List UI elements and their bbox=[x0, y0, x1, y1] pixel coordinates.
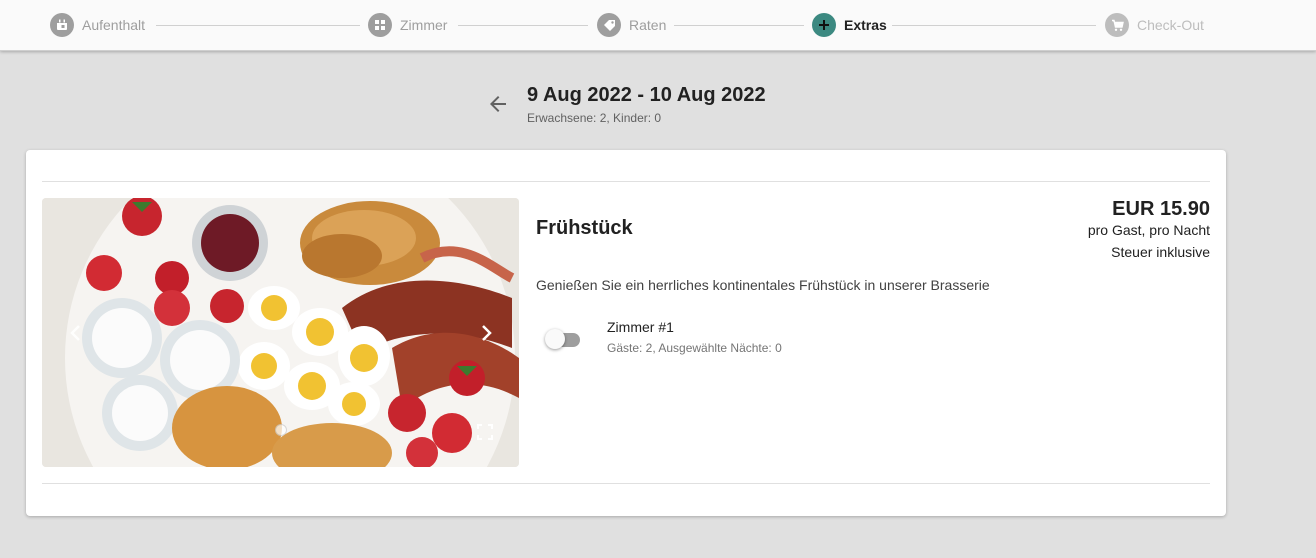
stepper-connector bbox=[892, 25, 1096, 26]
step-label: Raten bbox=[629, 17, 667, 33]
step-zimmer[interactable]: Zimmer bbox=[368, 13, 447, 37]
fullscreen-icon[interactable] bbox=[476, 423, 494, 441]
step-label: Check-Out bbox=[1137, 17, 1204, 33]
tag-icon bbox=[597, 13, 621, 37]
price-block: EUR 15.90 pro Gast, pro Nacht Steuer ink… bbox=[1088, 197, 1210, 261]
chevron-left-icon[interactable] bbox=[66, 323, 86, 343]
stepper-connector bbox=[674, 25, 804, 26]
booking-stepper: Aufenthalt Zimmer Raten Extras Check-Out bbox=[0, 0, 1316, 51]
grid-icon bbox=[368, 13, 392, 37]
date-range: 9 Aug 2022 - 10 Aug 2022 bbox=[527, 84, 766, 106]
extra-image-carousel[interactable] bbox=[42, 198, 519, 467]
step-label: Aufenthalt bbox=[82, 17, 146, 33]
guests-summary: Erwachsene: 2, Kinder: 0 bbox=[527, 111, 662, 125]
chevron-right-icon[interactable] bbox=[476, 323, 496, 343]
cart-icon bbox=[1105, 13, 1129, 37]
price: EUR 15.90 bbox=[1112, 198, 1210, 220]
calendar-icon bbox=[50, 13, 74, 37]
step-raten[interactable]: Raten bbox=[597, 13, 666, 37]
carousel-indicator[interactable] bbox=[275, 424, 287, 436]
step-check-out: Check-Out bbox=[1105, 13, 1204, 37]
step-label: Zimmer bbox=[400, 17, 448, 33]
stepper-connector bbox=[156, 25, 360, 26]
divider bbox=[42, 483, 1210, 484]
divider bbox=[42, 181, 1210, 182]
price-unit: pro Gast, pro Nacht bbox=[1087, 222, 1210, 238]
step-label: Extras bbox=[844, 17, 887, 33]
room-name: Zimmer #1 bbox=[607, 319, 674, 335]
toggle-thumb bbox=[545, 329, 565, 349]
step-extras[interactable]: Extras bbox=[812, 13, 887, 37]
back-arrow-icon[interactable] bbox=[486, 92, 510, 116]
extra-card: Frühstück EUR 15.90 pro Gast, pro Nacht … bbox=[26, 150, 1226, 516]
tax-note: Steuer inklusive bbox=[1111, 244, 1210, 260]
step-aufenthalt[interactable]: Aufenthalt bbox=[50, 13, 145, 37]
extra-description: Genießen Sie ein herrliches kontinentale… bbox=[536, 277, 990, 293]
stepper-connector bbox=[458, 25, 588, 26]
extra-title: Frühstück bbox=[536, 217, 633, 239]
room-extra-toggle[interactable] bbox=[545, 327, 581, 351]
room-details: Gäste: 2, Ausgewählte Nächte: 0 bbox=[607, 341, 782, 355]
plus-icon bbox=[812, 13, 836, 37]
